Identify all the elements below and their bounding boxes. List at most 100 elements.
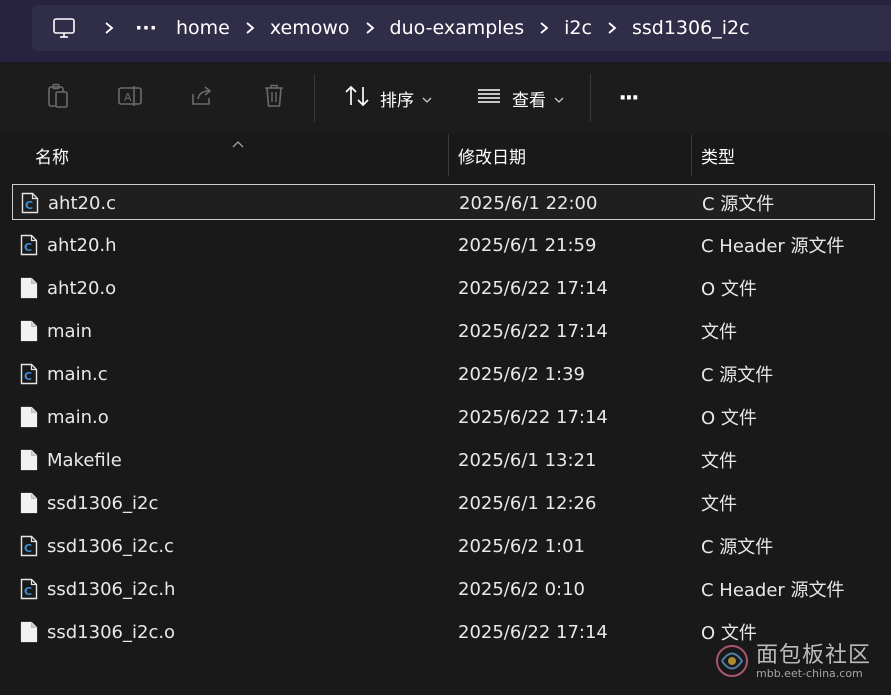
file-date: 2025/6/22 17:14 <box>458 277 608 299</box>
clipboard-icon <box>46 83 70 113</box>
breadcrumb-duo-examples[interactable]: duo-examples <box>390 5 525 51</box>
generic-file-icon <box>20 320 38 342</box>
generic-file-icon <box>20 406 38 428</box>
breadcrumb-more[interactable]: ··· <box>122 5 170 51</box>
c-header-file-icon: C <box>20 578 38 600</box>
file-name: aht20.c <box>48 192 117 214</box>
chevron-down-icon <box>422 89 432 108</box>
file-date: 2025/6/1 12:26 <box>458 492 597 514</box>
file-date: 2025/6/1 13:21 <box>458 449 597 471</box>
column-divider[interactable] <box>448 134 449 176</box>
breadcrumb-home[interactable]: home <box>176 5 230 51</box>
c-header-file-icon: C <box>20 234 38 256</box>
file-date: 2025/6/2 0:10 <box>458 578 585 600</box>
toolbar-divider <box>590 74 591 122</box>
more-options-button[interactable]: ··· <box>608 62 648 134</box>
file-date: 2025/6/22 17:14 <box>458 406 608 428</box>
file-type: C Header 源文件 <box>701 580 845 601</box>
sort-ascending-icon <box>231 134 245 153</box>
file-date: 2025/6/2 1:01 <box>458 535 585 557</box>
file-row[interactable]: main 2025/6/22 17:14 文件 <box>12 313 875 349</box>
file-row[interactable]: Cssd1306_i2c.h 2025/6/2 0:10 C Header 源文件 <box>12 571 875 607</box>
c-source-file-icon: C <box>20 363 38 385</box>
svg-text:C: C <box>24 241 32 254</box>
file-type: C 源文件 <box>701 537 774 558</box>
svg-text:C: C <box>24 370 32 383</box>
chevron-right-icon[interactable] <box>592 5 632 51</box>
title-bar: ··· home xemowo duo-examples i2c ssd1306… <box>0 0 891 62</box>
command-bar: A 排序 查看 ··· <box>0 62 891 135</box>
file-type: C Header 源文件 <box>701 236 845 257</box>
paste-button[interactable] <box>40 62 76 134</box>
c-source-file-icon: C <box>21 192 39 214</box>
generic-file-icon <box>20 492 38 514</box>
c-source-file-icon: C <box>20 535 38 557</box>
file-row[interactable]: Cmain.c 2025/6/2 1:39 C 源文件 <box>12 356 875 392</box>
chevron-right-icon[interactable] <box>524 5 564 51</box>
column-divider[interactable] <box>691 134 692 176</box>
rename-button[interactable]: A <box>112 62 148 134</box>
file-name: main.c <box>47 363 108 385</box>
file-date: 2025/6/1 22:00 <box>459 192 598 214</box>
svg-text:C: C <box>25 199 33 212</box>
watermark-text: 面包板社区 <box>756 643 872 668</box>
trash-icon <box>262 83 286 113</box>
file-date: 2025/6/22 17:14 <box>458 320 608 342</box>
column-name[interactable]: 名称 <box>35 134 69 176</box>
share-icon <box>189 84 215 112</box>
file-name: main.o <box>47 406 109 428</box>
share-button[interactable] <box>184 62 220 134</box>
file-date: 2025/6/22 17:14 <box>458 621 608 643</box>
chevron-right-icon[interactable] <box>350 5 390 51</box>
file-date: 2025/6/2 1:39 <box>458 363 585 385</box>
column-type[interactable]: 类型 <box>701 134 735 176</box>
delete-button[interactable] <box>256 62 292 134</box>
watermark: 面包板社区 mbb.eet-china.com <box>712 634 891 691</box>
chevron-right-icon[interactable] <box>96 5 122 51</box>
file-row[interactable]: Makefile 2025/6/1 13:21 文件 <box>12 442 875 478</box>
file-type: 文件 <box>701 322 737 343</box>
svg-text:C: C <box>24 585 32 598</box>
file-type: O 文件 <box>701 408 757 429</box>
file-row[interactable]: Caht20.c 2025/6/1 22:00 C 源文件 <box>12 184 875 220</box>
address-bar[interactable]: ··· home xemowo duo-examples i2c ssd1306… <box>32 5 891 51</box>
sort-button[interactable]: 排序 <box>336 62 440 134</box>
file-type: 文件 <box>701 494 737 515</box>
rename-icon: A <box>117 84 143 112</box>
file-name: main <box>47 320 92 342</box>
generic-file-icon <box>20 449 38 471</box>
breadcrumb-xemowo[interactable]: xemowo <box>270 5 350 51</box>
sort-icon <box>344 84 370 112</box>
file-row[interactable]: ssd1306_i2c 2025/6/1 12:26 文件 <box>12 485 875 521</box>
generic-file-icon <box>20 621 38 643</box>
chevron-down-icon <box>554 89 564 108</box>
svg-text:C: C <box>24 542 32 555</box>
file-row[interactable]: Caht20.h 2025/6/1 21:59 C Header 源文件 <box>12 227 875 263</box>
list-view-icon <box>476 86 502 110</box>
file-name: ssd1306_i2c.h <box>47 578 176 600</box>
breadcrumb-ssd1306-i2c[interactable]: ssd1306_i2c <box>632 5 750 51</box>
chevron-right-icon[interactable] <box>230 5 270 51</box>
file-name: Makefile <box>47 449 122 471</box>
sort-label: 排序 <box>380 90 414 111</box>
file-name: ssd1306_i2c.c <box>47 535 174 557</box>
file-row[interactable]: aht20.o 2025/6/22 17:14 O 文件 <box>12 270 875 306</box>
watermark-url: mbb.eet-china.com <box>756 667 863 680</box>
svg-text:A: A <box>124 91 132 104</box>
view-button[interactable]: 查看 <box>468 62 572 134</box>
breadcrumb-i2c[interactable]: i2c <box>564 5 592 51</box>
file-type: 文件 <box>701 451 737 472</box>
column-header: 名称 修改日期 类型 <box>0 134 891 176</box>
column-date[interactable]: 修改日期 <box>458 134 526 176</box>
file-type: O 文件 <box>701 279 757 300</box>
toolbar-divider <box>314 74 315 122</box>
file-date: 2025/6/1 21:59 <box>458 234 597 256</box>
file-name: ssd1306_i2c <box>47 492 159 514</box>
this-pc-icon[interactable] <box>32 5 96 51</box>
file-type: C 源文件 <box>702 194 775 215</box>
generic-file-icon <box>20 277 38 299</box>
file-name: aht20.o <box>47 277 117 299</box>
file-row[interactable]: main.o 2025/6/22 17:14 O 文件 <box>12 399 875 435</box>
file-row[interactable]: Cssd1306_i2c.c 2025/6/2 1:01 C 源文件 <box>12 528 875 564</box>
file-name: aht20.h <box>47 234 117 256</box>
